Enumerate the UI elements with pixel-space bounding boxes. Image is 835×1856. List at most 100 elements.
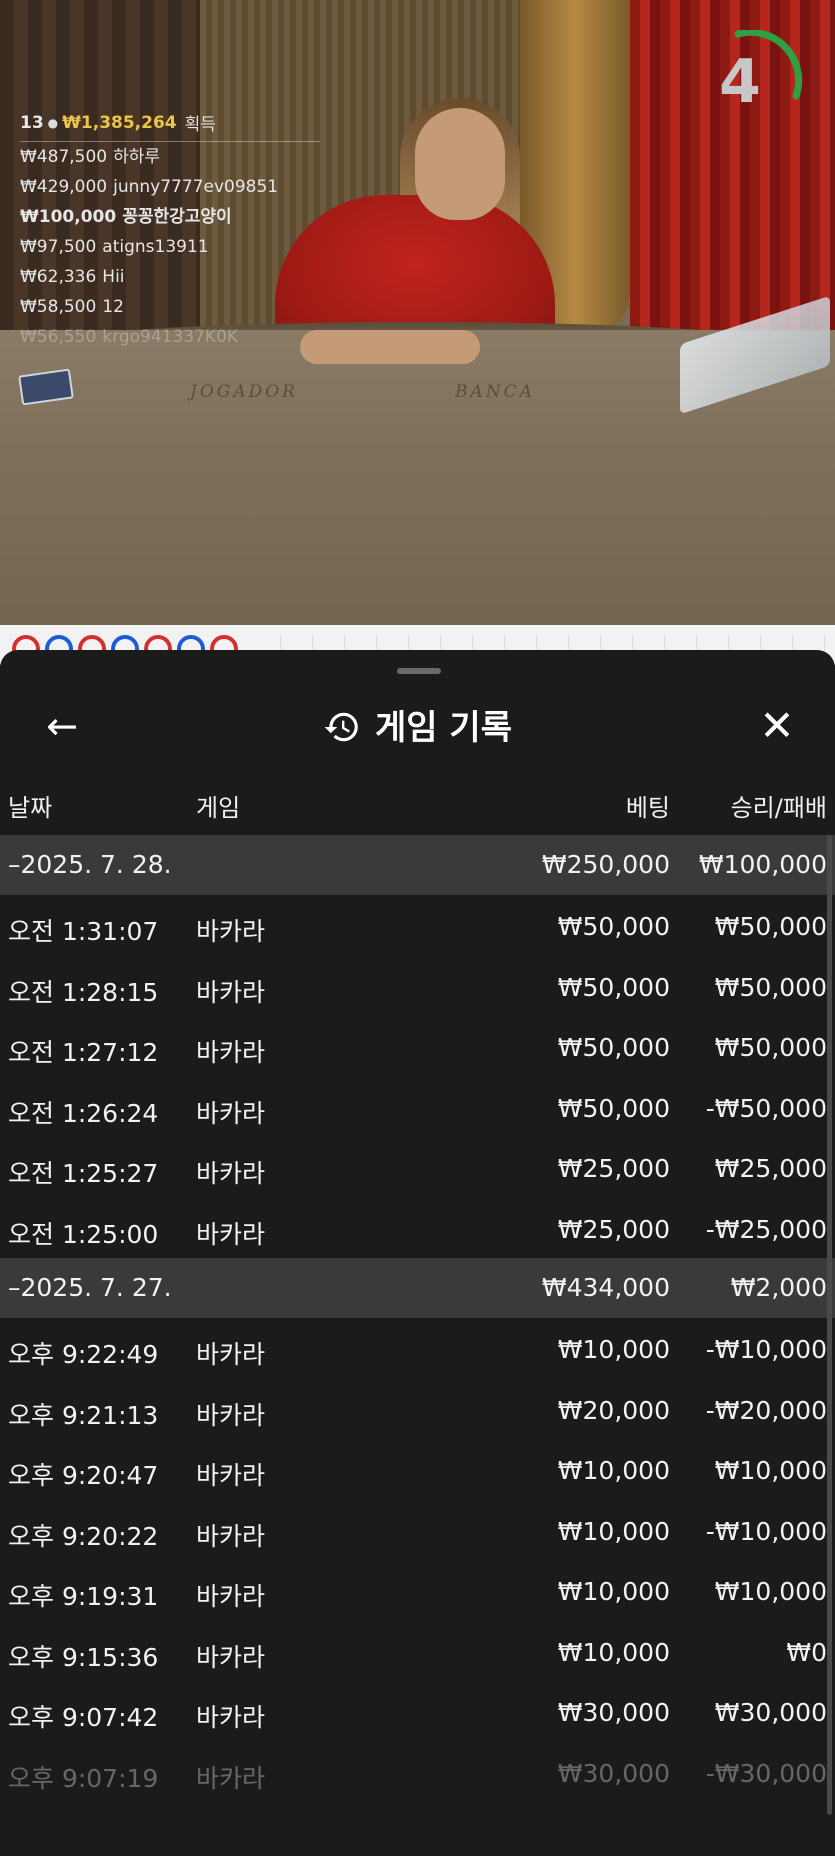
row-bet: ₩25,000 bbox=[557, 1214, 670, 1244]
winner-row: ₩487,500 하하루 bbox=[20, 142, 320, 172]
column-date: 날짜 bbox=[8, 794, 53, 822]
row-date: 오후 9:15:36 bbox=[8, 1642, 159, 1672]
history-row: 오후 9:21:13 바카라 ₩20,000 -₩20,000 bbox=[0, 1379, 835, 1440]
winners-header: 13 ● ₩1,385,264 획득 bbox=[20, 110, 320, 142]
row-winloss: ₩0 bbox=[786, 1637, 827, 1667]
date-group-row[interactable]: –2025. 7. 27. ₩434,000 ₩2,000 bbox=[0, 1258, 835, 1318]
column-bet: 베팅 bbox=[625, 794, 670, 822]
row-winloss: ₩2,000 bbox=[730, 1273, 827, 1302]
row-winloss: -₩30,000 bbox=[705, 1758, 827, 1788]
winner-row: ₩97,500 atigns13911 bbox=[20, 232, 320, 262]
winners-count: 13 bbox=[20, 112, 44, 133]
winner-row: ₩58,500 12 bbox=[20, 292, 320, 322]
row-date: –2025. 7. 28. bbox=[8, 850, 172, 879]
sheet-header: ← 게임 기록 ✕ bbox=[0, 690, 835, 770]
winner-amount: ₩97,500 bbox=[20, 237, 97, 257]
close-icon: ✕ bbox=[759, 701, 795, 750]
winner-row: ₩62,336 Hii bbox=[20, 262, 320, 292]
row-bet: ₩50,000 bbox=[557, 1093, 670, 1123]
row-game: 바카라 bbox=[196, 1763, 266, 1793]
row-bet: ₩10,000 bbox=[557, 1577, 670, 1606]
table-header: 날짜 게임 베팅 승리/패배 bbox=[0, 788, 835, 834]
winner-name: Hii bbox=[102, 267, 125, 287]
sheet-title-wrap: 게임 기록 bbox=[0, 700, 835, 756]
row-bet: ₩10,000 bbox=[557, 1516, 670, 1546]
row-winloss: ₩100,000 bbox=[698, 850, 827, 879]
row-bet: ₩20,000 bbox=[557, 1395, 670, 1425]
close-button[interactable]: ✕ bbox=[753, 702, 801, 750]
row-winloss: ₩25,000 bbox=[714, 1154, 827, 1183]
winner-amount: ₩429,000 bbox=[20, 177, 108, 197]
row-bet: ₩30,000 bbox=[557, 1758, 670, 1788]
row-winloss: -₩20,000 bbox=[705, 1395, 827, 1425]
row-winloss: -₩10,000 bbox=[705, 1516, 827, 1546]
row-date: 오후 9:19:31 bbox=[8, 1582, 159, 1611]
row-winloss: ₩50,000 bbox=[714, 912, 827, 941]
row-bet: ₩50,000 bbox=[557, 912, 670, 941]
row-game: 바카라 bbox=[196, 1098, 266, 1128]
row-game: 바카라 bbox=[196, 1703, 266, 1732]
row-date: 오전 1:25:00 bbox=[8, 1219, 159, 1249]
row-game: 바카라 bbox=[196, 977, 266, 1007]
live-video-stream[interactable]: JOGADOR BANCA 13 ● ₩1,385,264 획득 ₩487,50… bbox=[0, 0, 835, 625]
row-bet: ₩434,000 bbox=[541, 1273, 670, 1302]
winners-list: 13 ● ₩1,385,264 획득 ₩487,500 하하루 ₩429,000 ju… bbox=[20, 110, 320, 352]
history-row: 오후 9:15:36 바카라 ₩10,000 ₩0 bbox=[0, 1621, 835, 1682]
row-bet: ₩10,000 bbox=[557, 1456, 670, 1485]
row-bet: ₩50,000 bbox=[557, 1033, 670, 1062]
dealer-head bbox=[415, 108, 505, 220]
dealer-arm bbox=[300, 330, 480, 364]
row-date: 오후 9:20:22 bbox=[8, 1521, 159, 1551]
scrollbar[interactable] bbox=[827, 835, 832, 1815]
row-game: 바카라 bbox=[196, 1038, 266, 1067]
row-winloss: -₩10,000 bbox=[705, 1335, 827, 1364]
row-date: 오후 9:07:42 bbox=[8, 1703, 159, 1732]
winner-row: ₩100,000 꽁꽁한강고양이 bbox=[20, 202, 320, 232]
table-label-banker: BANCA bbox=[455, 382, 535, 402]
date-group-row[interactable]: –2025. 7. 28. ₩250,000 ₩100,000 bbox=[0, 835, 835, 895]
history-row: 오후 9:07:19 바카라 ₩30,000 -₩30,000 bbox=[0, 1742, 835, 1803]
history-table[interactable]: –2025. 7. 28. ₩250,000 ₩100,000 오전 1:31:07 바… bbox=[0, 835, 835, 1802]
row-winloss: -₩25,000 bbox=[705, 1214, 827, 1244]
winner-name: krgo941337K0K bbox=[102, 327, 239, 347]
row-date: 오전 1:27:12 bbox=[8, 1038, 159, 1067]
row-winloss: ₩50,000 bbox=[714, 972, 827, 1002]
row-winloss: ₩30,000 bbox=[714, 1698, 827, 1727]
row-bet: ₩25,000 bbox=[557, 1154, 670, 1183]
history-row: 오전 1:25:00 바카라 ₩25,000 -₩25,000 bbox=[0, 1198, 835, 1259]
winner-name: junny7777ev09851 bbox=[113, 177, 279, 197]
history-row: 오전 1:25:27 바카라 ₩25,000 ₩25,000 bbox=[0, 1137, 835, 1198]
winner-row: ₩429,000 junny7777ev09851 bbox=[20, 172, 320, 202]
history-row: 오후 9:19:31 바카라 ₩10,000 ₩10,000 bbox=[0, 1560, 835, 1621]
column-winloss: 승리/패배 bbox=[730, 794, 827, 822]
winner-row: ₩56,550 krgo941337K0K bbox=[20, 322, 320, 352]
row-game: 바카라 bbox=[196, 1642, 266, 1672]
history-row: 오후 9:07:42 바카라 ₩30,000 ₩30,000 bbox=[0, 1681, 835, 1742]
game-history-sheet: ← 게임 기록 ✕ 날짜 게임 베팅 승리/패배 –2025. 7. 28. ₩2… bbox=[0, 650, 835, 1856]
history-row: 오전 1:31:07 바카라 ₩50,000 ₩50,000 bbox=[0, 895, 835, 956]
row-date: 오전 1:31:07 bbox=[8, 917, 159, 946]
sheet-drag-handle[interactable] bbox=[397, 668, 441, 674]
row-game: 바카라 bbox=[196, 1521, 266, 1551]
row-winloss: -₩50,000 bbox=[705, 1093, 827, 1123]
row-date: 오후 9:22:49 bbox=[8, 1340, 159, 1369]
history-row: 오후 9:22:49 바카라 ₩10,000 -₩10,000 bbox=[0, 1318, 835, 1379]
winner-amount: ₩100,000 bbox=[20, 207, 117, 227]
row-game: 바카라 bbox=[196, 1582, 266, 1611]
winners-suffix: 획득 bbox=[184, 115, 216, 135]
sheet-title: 게임 기록 bbox=[375, 708, 512, 748]
history-row: 오전 1:28:15 바카라 ₩50,000 ₩50,000 bbox=[0, 956, 835, 1017]
row-date: 오후 9:20:47 bbox=[8, 1461, 159, 1490]
person-icon: ● bbox=[47, 115, 59, 130]
row-date: –2025. 7. 27. bbox=[8, 1273, 172, 1302]
history-row: 오전 1:27:12 바카라 ₩50,000 ₩50,000 bbox=[0, 1016, 835, 1077]
row-game: 바카라 bbox=[196, 1219, 266, 1249]
row-game: 바카라 bbox=[196, 1159, 266, 1188]
round-countdown: 4 bbox=[700, 28, 804, 134]
row-bet: ₩10,000 bbox=[557, 1335, 670, 1364]
row-date: 오전 1:28:15 bbox=[8, 977, 159, 1007]
row-bet: ₩10,000 bbox=[557, 1637, 670, 1667]
row-winloss: ₩10,000 bbox=[714, 1456, 827, 1485]
winner-name: atigns13911 bbox=[102, 237, 209, 257]
row-date: 오후 9:07:19 bbox=[8, 1763, 159, 1793]
